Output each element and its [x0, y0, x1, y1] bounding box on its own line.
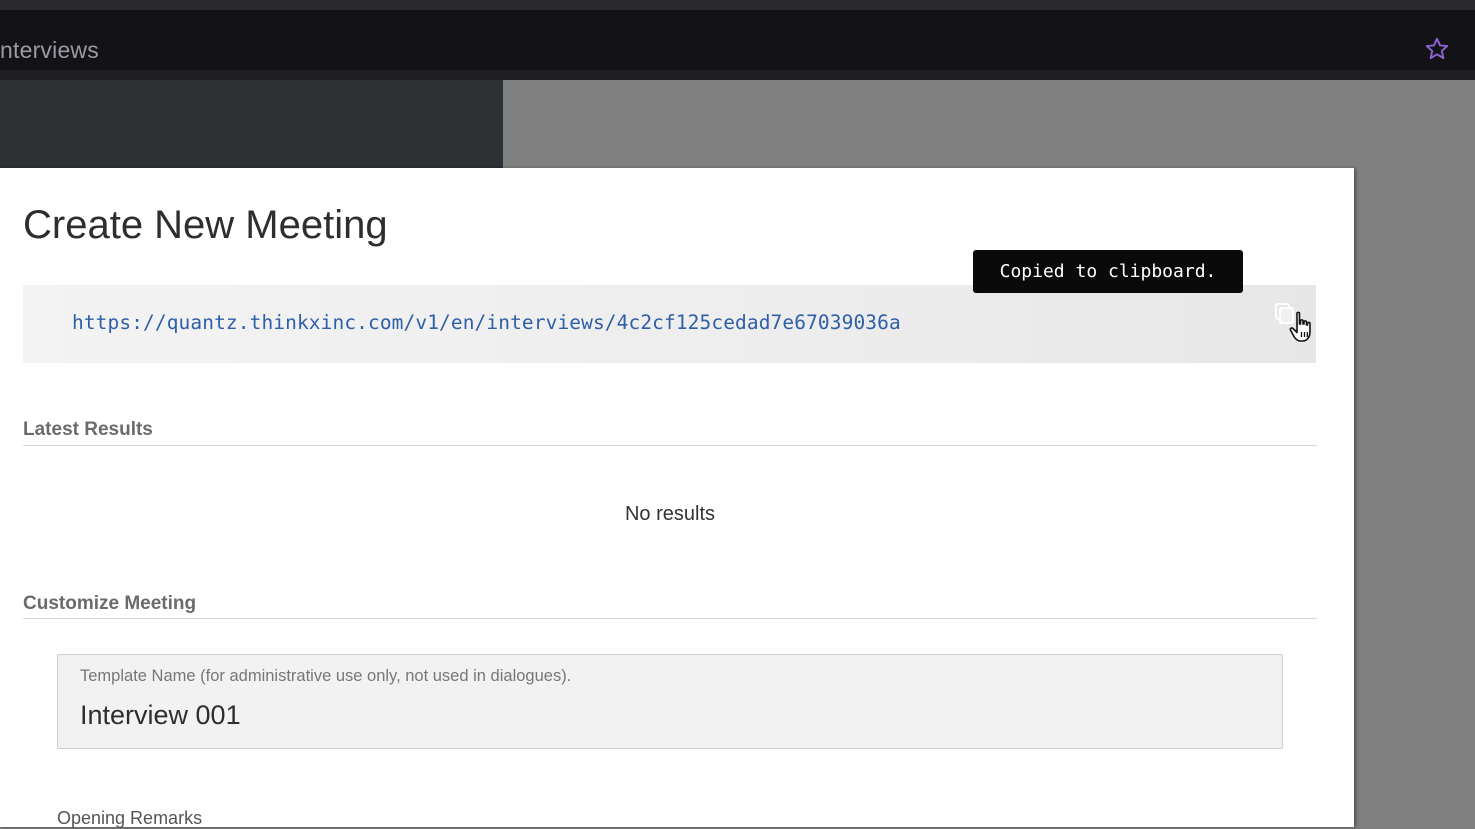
star-icon[interactable] [1424, 36, 1450, 62]
opening-remarks-label: Opening Remarks [57, 808, 203, 828]
customize-meeting-heading: Customize Meeting [23, 593, 197, 614]
template-name-input[interactable] [80, 700, 1180, 731]
toolbar-border [0, 70, 1475, 80]
meeting-url-box: https://quantz.thinkxinc.com/v1/en/inter… [23, 285, 1316, 363]
template-name-label: Template Name (for administrative use on… [80, 667, 572, 685]
no-results-text: No results [624, 503, 716, 525]
tab-title: nterviews [0, 37, 99, 63]
copied-tooltip: Copied to clipboard. [973, 250, 1243, 293]
hand-cursor-icon [1289, 311, 1311, 342]
customize-meeting-divider [23, 618, 1317, 619]
create-meeting-modal: Create New Meeting https://quantz.thinkx… [0, 168, 1354, 828]
template-name-field[interactable]: Template Name (for administrative use on… [57, 654, 1283, 749]
window-top-strip [0, 0, 1475, 10]
background-header-panel [0, 80, 503, 170]
browser-toolbar: nterviews [0, 10, 1475, 70]
meeting-url[interactable]: https://quantz.thinkxinc.com/v1/en/inter… [72, 311, 901, 334]
modal-title: Create New Meeting [23, 203, 388, 247]
latest-results-divider [23, 445, 1317, 446]
latest-results-heading: Latest Results [23, 419, 153, 440]
